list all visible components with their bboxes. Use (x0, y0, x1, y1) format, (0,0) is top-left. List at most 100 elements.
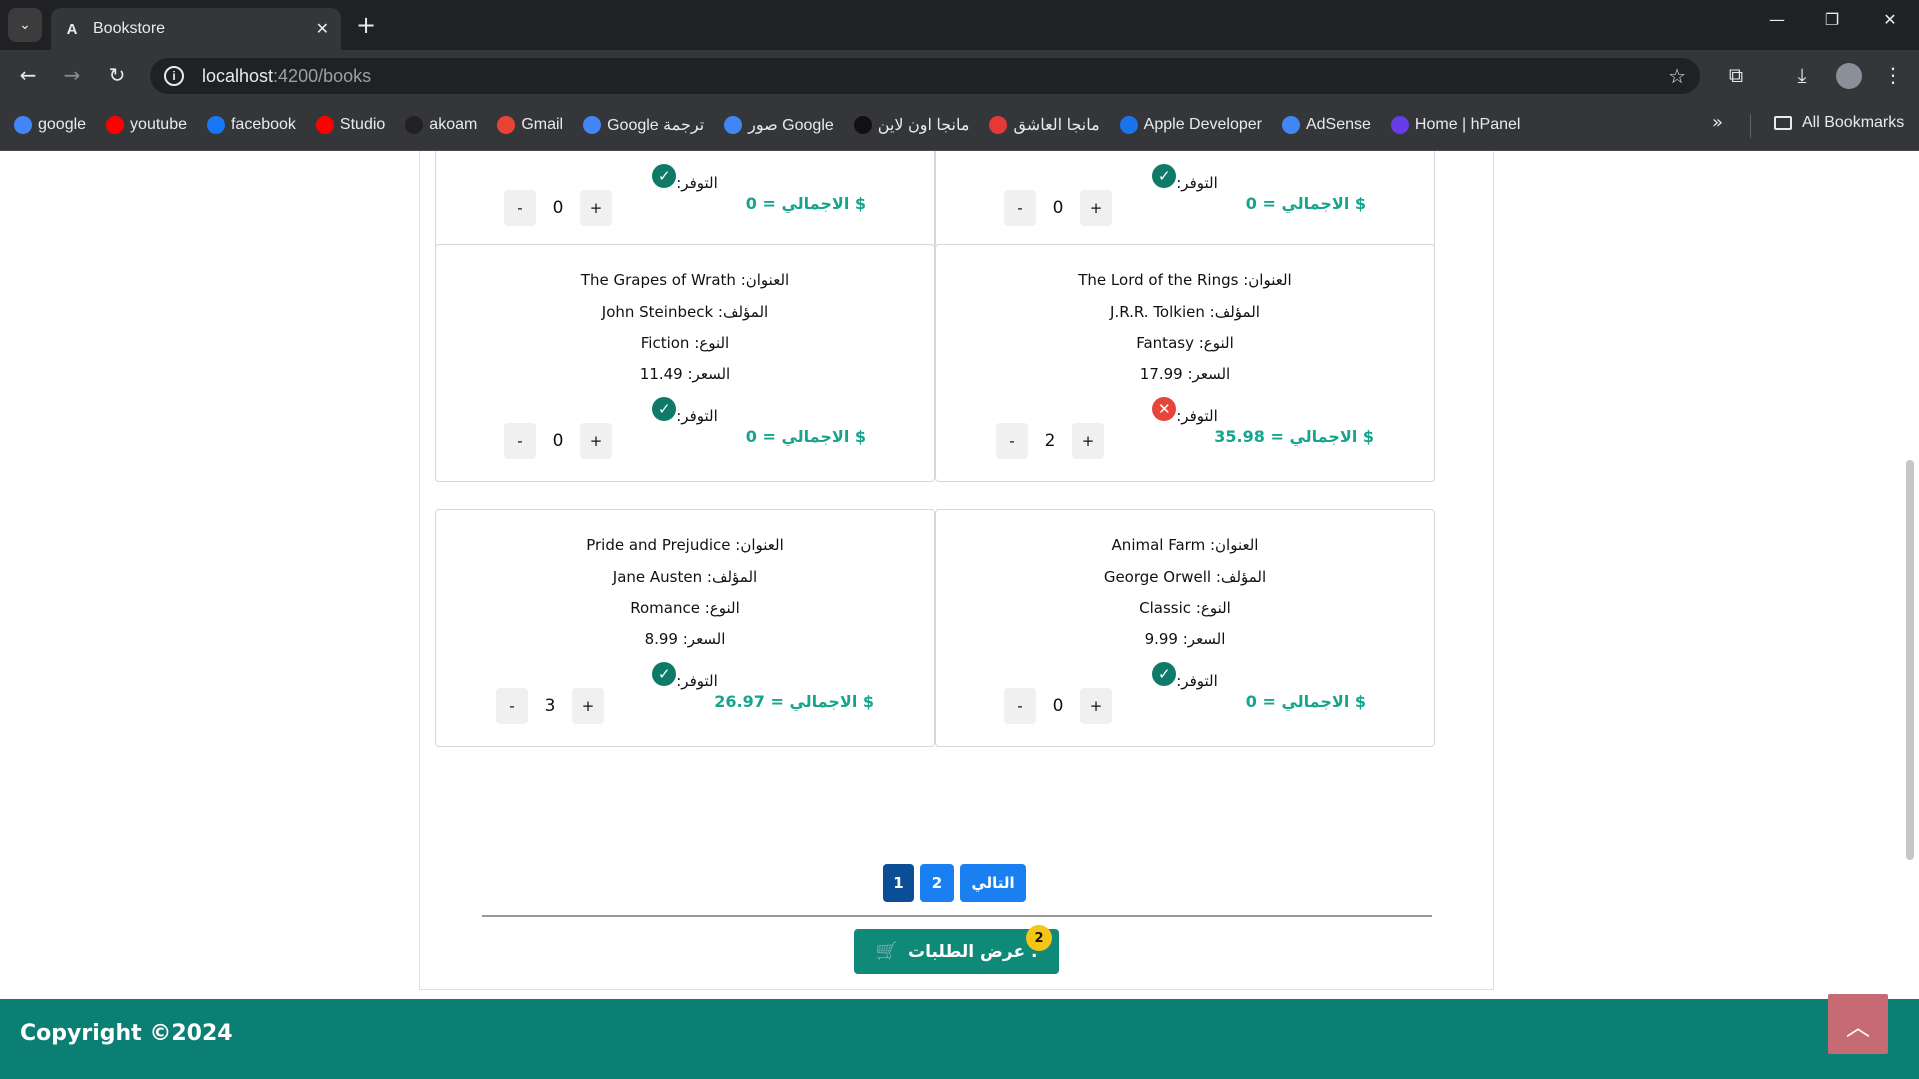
page-scrollbar[interactable] (1906, 460, 1914, 860)
back-arrow-icon[interactable]: ← (14, 62, 42, 90)
bookmark-item[interactable]: Apple Developer (1119, 116, 1262, 134)
quantity-stepper: -0 + (504, 423, 612, 459)
book-total: $ الاجمالي = 35.98 (1214, 427, 1374, 446)
decrease-quantity-button[interactable]: - (1004, 688, 1036, 724)
active-tab[interactable]: A Bookstore ✕ (51, 8, 341, 50)
increase-quantity-button[interactable]: + (1080, 190, 1112, 226)
menu-kebab-icon[interactable]: ⋮ (1879, 62, 1907, 90)
book-title: العنوان: The Lord of the Rings (1078, 271, 1292, 289)
google-icon (14, 116, 32, 134)
new-tab-plus-icon[interactable]: + (352, 12, 380, 40)
increase-quantity-button[interactable]: + (580, 190, 612, 226)
window-close-icon[interactable]: ✕ (1870, 10, 1910, 29)
book-title: العنوان: The Grapes of Wrath (580, 271, 790, 289)
bookmark-item[interactable]: AdSense (1281, 116, 1371, 134)
minimize-icon[interactable]: — (1757, 10, 1797, 29)
book-author: المؤلف: J.R.R. Tolkien (1110, 303, 1260, 321)
book-total: $ الاجمالي = 0 (1245, 194, 1366, 213)
reload-icon[interactable]: ↻ (103, 62, 131, 90)
all-bookmarks-button[interactable]: All Bookmarks (1774, 114, 1904, 132)
book-total: $ الاجمالي = 0 (1245, 692, 1366, 711)
all-bookmarks-label: All Bookmarks (1802, 114, 1905, 131)
page-button-1[interactable]: 1 (883, 864, 914, 902)
site-info-icon[interactable]: i (164, 66, 184, 86)
quantity-stepper: -0 + (1004, 688, 1112, 724)
bookmark-label: Gmail (521, 116, 564, 133)
bookmark-item[interactable]: akoam (405, 116, 477, 134)
pagination: 1 2 التالي (883, 864, 1026, 902)
quantity-stepper: -2 + (996, 423, 1104, 459)
url-path: :4200/books (273, 65, 372, 86)
restore-icon[interactable]: ❐ (1812, 10, 1852, 29)
bookmark-item[interactable]: Google ترجمة (583, 115, 704, 135)
page-button-2[interactable]: 2 (920, 864, 954, 902)
book-title: العنوان: Pride and Prejudice (586, 536, 784, 554)
forward-arrow-icon[interactable]: → (58, 62, 86, 90)
decrease-quantity-button[interactable]: - (1004, 190, 1036, 226)
youtube-studio-icon (315, 116, 334, 134)
availability-label: التوفر: (676, 672, 718, 690)
bookmark-item[interactable]: youtube (106, 116, 187, 134)
extensions-icon[interactable]: ⧉ (1722, 62, 1750, 90)
facebook-icon (206, 116, 225, 134)
more-bookmarks-icon[interactable]: » (1712, 112, 1723, 133)
bookmark-item[interactable]: مانجا العاشق (989, 115, 1100, 135)
book-price: السعر: 8.99 (644, 630, 726, 648)
next-page-button[interactable]: التالي (960, 864, 1026, 902)
bookmark-item[interactable]: Home | hPanel (1390, 116, 1521, 134)
bookmark-item[interactable]: مانجا اون لاين (853, 115, 970, 135)
bookmark-label: akoam (429, 116, 478, 133)
book-card: العنوان: The Grapes of Wrath المؤلف: John… (435, 244, 935, 482)
decrease-quantity-button[interactable]: - (496, 688, 528, 724)
bookmark-label: مانجا اون لاين (877, 117, 970, 134)
manga-lover-icon (989, 116, 1008, 134)
increase-quantity-button[interactable]: + (572, 688, 604, 724)
decrease-quantity-button[interactable]: - (996, 423, 1028, 459)
check-circle-icon: ✓ (1152, 164, 1177, 188)
book-genre: النوع: Romance (630, 599, 740, 617)
bookmarks-separator (1750, 114, 1751, 138)
availability-label: التوفر: (676, 407, 718, 425)
bookmark-label: Home | hPanel (1414, 116, 1521, 133)
tab-strip: ⌄ A Bookstore ✕ + — ❐ ✕ (0, 0, 1919, 50)
book-card: السعر: 10.99التوفر:✓-0+$ الاجمالي = 0 (435, 151, 935, 249)
bookmark-item[interactable]: google (14, 116, 86, 134)
check-circle-icon: ✓ (652, 164, 677, 188)
bookmark-item[interactable]: Studio (315, 116, 385, 134)
decrease-quantity-button[interactable]: - (504, 423, 536, 459)
bookmark-item[interactable]: Gmail (497, 116, 563, 134)
folder-icon (1774, 116, 1792, 130)
browser-toolbar: ← → ↻ i localhost:4200/books ☆ ⧉ ⤓ ⋮ (0, 50, 1919, 100)
download-icon[interactable]: ⤓ (1788, 62, 1816, 90)
availability-label: التوفر: (1176, 407, 1218, 425)
increase-quantity-button[interactable]: + (1072, 423, 1104, 459)
close-icon[interactable]: ✕ (316, 19, 329, 39)
increase-quantity-button[interactable]: + (1080, 688, 1112, 724)
youtube-icon (106, 116, 125, 134)
copyright-text: Copyright ©2024 (20, 1021, 233, 1046)
bookmark-label: Google ترجمة (607, 117, 705, 134)
availability-label: التوفر: (1176, 174, 1218, 192)
check-circle-icon: ✓ (652, 662, 677, 686)
tab-search-chevron-icon[interactable]: ⌄ (8, 8, 42, 42)
page-content: السعر: 10.99التوفر:✓-0+$ الاجمالي = 0الس… (0, 151, 1919, 1079)
profile-avatar[interactable] (1836, 63, 1862, 89)
akoam-icon (405, 116, 424, 134)
scroll-to-top-button[interactable]: ︿ (1828, 994, 1888, 1054)
decrease-quantity-button[interactable]: - (504, 190, 536, 226)
orders-count-badge: 2 (1026, 925, 1052, 951)
bookmark-star-icon[interactable]: ☆ (1668, 64, 1686, 89)
bookmark-label: مانجا العاشق (1013, 117, 1100, 134)
cart-icon: 🛒 (875, 941, 898, 962)
bookmark-item[interactable]: صور Google (724, 115, 834, 135)
book-price: السعر: 17.99 (1139, 365, 1231, 383)
address-bar[interactable]: i localhost:4200/books ☆ (150, 58, 1700, 94)
book-price: السعر: 9.99 (1144, 630, 1226, 648)
apple-developer-icon (1119, 116, 1138, 134)
quantity-value: 0 (1052, 198, 1064, 218)
increase-quantity-button[interactable]: + (580, 423, 612, 459)
gmail-icon (497, 116, 516, 134)
bookmark-item[interactable]: facebook (206, 116, 296, 134)
check-circle-icon: ✓ (1152, 662, 1177, 686)
footer: Copyright ©2024 (0, 999, 1919, 1079)
